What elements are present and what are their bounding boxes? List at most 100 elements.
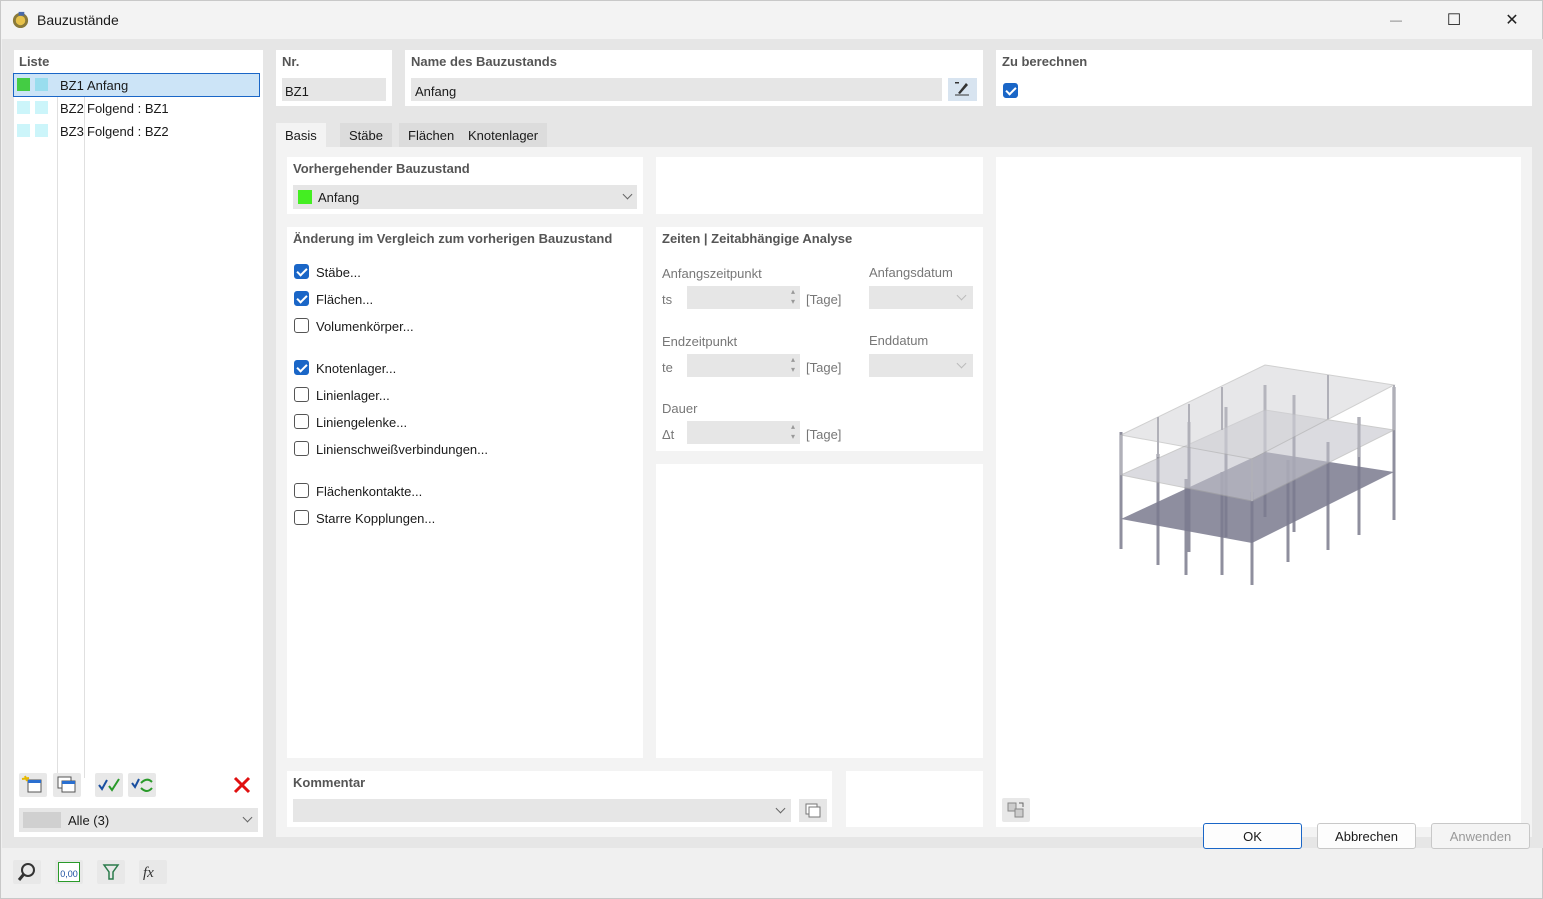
check-all-button[interactable] (95, 773, 123, 797)
duration-label: Dauer (662, 401, 697, 416)
dialog-window: Bauzustände — ☐ ✕ Liste BZ1AnfangBZ2Folg… (0, 0, 1543, 899)
changes-panel: Änderung im Vergleich zum vorherigen Bau… (287, 227, 643, 758)
change-checkbox-label: Linienschweißverbindungen... (316, 442, 488, 457)
name-label: Name des Bauzustands (411, 54, 557, 69)
end-symbol: te (662, 360, 673, 375)
start-label: Anfangszeitpunkt (662, 266, 762, 281)
change-checkbox-label: Knotenlager... (316, 361, 396, 376)
filter-value: Alle (3) (68, 813, 109, 828)
tab-basis[interactable]: Basis (276, 123, 326, 147)
change-checkbox[interactable] (294, 387, 309, 402)
close-icon: ✕ (1505, 10, 1518, 30)
start-date-label: Anfangsdatum (869, 265, 953, 280)
change-checkbox[interactable] (294, 414, 309, 429)
change-checkbox-label: Stäbe... (316, 265, 361, 280)
prev-label: Vorhergehender Bauzustand (293, 161, 470, 176)
chevron-down-icon (957, 291, 967, 301)
filter-view-button[interactable] (97, 860, 125, 884)
maximize-button[interactable]: ☐ (1425, 1, 1483, 39)
apply-button[interactable]: Anwenden (1431, 823, 1530, 849)
list-item-id: BZ2 (60, 101, 84, 116)
change-checkbox-label: Flächen... (316, 292, 373, 307)
filter-select[interactable]: Alle (3) (19, 808, 258, 832)
list-item-color (17, 124, 30, 137)
list-item[interactable]: BZ1Anfang (14, 74, 259, 96)
calc-checkbox[interactable] (1003, 83, 1018, 98)
change-checkbox-label: Flächenkontakte... (316, 484, 422, 499)
comment-library-button[interactable] (799, 799, 827, 822)
title-bar: Bauzustände — ☐ ✕ (1, 1, 1542, 39)
chevron-down-icon (623, 190, 633, 200)
delete-button[interactable] (228, 773, 256, 797)
end-input[interactable] (687, 354, 800, 377)
units-button[interactable]: 0,00 (55, 860, 83, 884)
change-checkbox[interactable] (294, 291, 309, 306)
structure-3d-view (996, 157, 1521, 827)
close-button[interactable]: ✕ (1483, 1, 1541, 39)
tab-flchen[interactable]: Flächen (399, 123, 463, 147)
copy-item-button[interactable] (53, 773, 81, 797)
comment-label: Kommentar (293, 775, 365, 790)
help-search-icon (13, 860, 41, 884)
formula-button[interactable]: fx (139, 860, 167, 884)
duration-input[interactable] (687, 421, 800, 444)
change-checkbox-label: Liniengelenke... (316, 415, 407, 430)
copy-item-icon (53, 773, 81, 797)
model-preview (996, 157, 1521, 827)
change-checkbox[interactable] (294, 360, 309, 375)
toggle-check-icon (128, 773, 156, 797)
new-item-button[interactable] (19, 773, 47, 797)
times-label: Zeiten | Zeitabhängige Analyse (662, 231, 852, 246)
window-title: Bauzustände (37, 12, 119, 28)
comment-field[interactable] (293, 799, 791, 822)
name-field[interactable]: Anfang (411, 78, 942, 101)
list-item-name: Folgend : BZ1 (87, 101, 169, 116)
list-item-color (17, 78, 30, 91)
prev-select[interactable]: Anfang (293, 185, 637, 209)
end-date-select[interactable] (869, 354, 973, 377)
cancel-button[interactable]: Abbrechen (1317, 823, 1416, 849)
minimize-button[interactable]: — (1367, 1, 1425, 39)
nr-label: Nr. (282, 54, 299, 69)
ok-button[interactable]: OK (1203, 823, 1302, 849)
list-item-color (17, 101, 30, 114)
help-button[interactable] (13, 860, 41, 884)
copy-icon (799, 799, 827, 822)
start-symbol: ts (662, 292, 672, 307)
list-panel: Liste BZ1AnfangBZ2Folgend : BZ1BZ3Folgen… (14, 50, 263, 837)
app-icon (11, 10, 30, 29)
filter-color-swatch (23, 812, 61, 828)
tab-stbe[interactable]: Stäbe (340, 123, 392, 147)
nr-panel: Nr. BZ1 (276, 50, 392, 106)
svg-text:fx: fx (143, 865, 154, 881)
list-item[interactable]: BZ2Folgend : BZ1 (14, 97, 259, 119)
start-date-select[interactable] (869, 286, 973, 309)
list-item-color (35, 124, 48, 137)
change-checkbox[interactable] (294, 318, 309, 333)
list-item-id: BZ3 (60, 124, 84, 139)
change-checkbox[interactable] (294, 264, 309, 279)
list-item[interactable]: BZ3Folgend : BZ2 (14, 120, 259, 142)
end-unit: [Tage] (806, 360, 841, 375)
change-checkbox[interactable] (294, 483, 309, 498)
units-icon-text: 0,00 (60, 869, 78, 879)
edit-name-button[interactable] (948, 78, 977, 101)
start-input[interactable] (687, 286, 800, 309)
nr-field[interactable]: BZ1 (282, 78, 386, 101)
delete-icon (228, 773, 256, 797)
blank-panel-lower (656, 464, 983, 758)
view-options-button[interactable] (1002, 798, 1030, 822)
calc-panel: Zu berechnen (996, 50, 1532, 106)
minimize-icon: — (1390, 13, 1402, 27)
change-checkbox-label: Starre Kopplungen... (316, 511, 435, 526)
comment-panel: Kommentar (287, 771, 832, 827)
change-checkbox[interactable] (294, 510, 309, 525)
view-rotate-icon (1002, 798, 1030, 822)
duration-unit: [Tage] (806, 427, 841, 442)
list-item-color (35, 78, 48, 91)
change-checkbox[interactable] (294, 441, 309, 456)
toggle-check-button[interactable] (128, 773, 156, 797)
start-unit: [Tage] (806, 292, 841, 307)
maximize-icon: ☐ (1447, 10, 1461, 30)
tab-knotenlager[interactable]: Knotenlager (459, 123, 547, 147)
